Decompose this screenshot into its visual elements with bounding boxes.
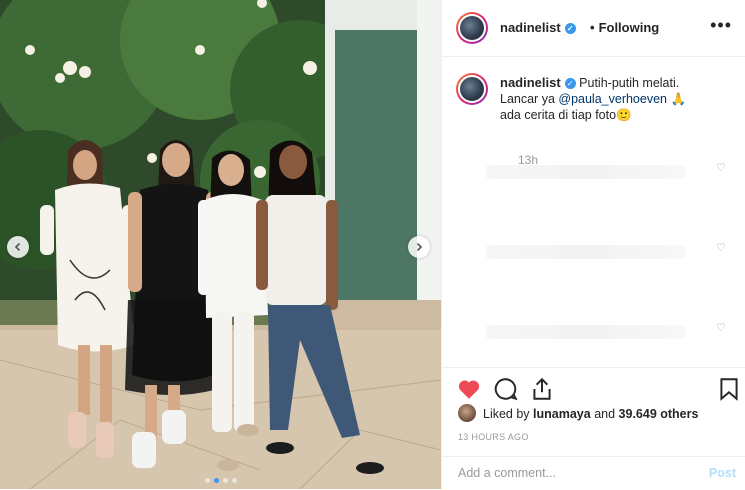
post-photo[interactable] bbox=[0, 0, 441, 489]
caption-username[interactable]: nadinelist bbox=[500, 75, 561, 90]
following-button[interactable]: Following bbox=[599, 20, 660, 35]
like-heart-icon[interactable] bbox=[456, 376, 482, 402]
chevron-left-icon bbox=[14, 242, 21, 252]
action-bar bbox=[442, 367, 745, 408]
carousel-dot bbox=[222, 478, 228, 483]
chevron-right-icon bbox=[416, 242, 423, 252]
post-timestamp[interactable]: 13 HOURS AGO bbox=[458, 432, 529, 442]
comment-like-heart-icon[interactable]: ♡ bbox=[716, 321, 726, 334]
caption-text: nadinelist ✓ Putih-putih melati. Lancar y… bbox=[500, 75, 730, 123]
carousel-prev-button[interactable] bbox=[7, 236, 29, 258]
more-options-icon[interactable]: ••• bbox=[710, 15, 732, 36]
caption-line-2: Lancar ya bbox=[500, 92, 555, 106]
comment-row bbox=[456, 235, 706, 269]
header-separator: • bbox=[590, 20, 595, 35]
carousel-dot bbox=[213, 478, 219, 483]
liker-username-link[interactable]: lunamaya bbox=[533, 407, 591, 421]
likes-text: Liked by lunamaya and 39.649 others bbox=[483, 407, 698, 421]
likes-count-link[interactable]: 39.649 others bbox=[619, 407, 699, 421]
comment-input[interactable] bbox=[456, 465, 690, 481]
pray-emoji-icon: 🙏 bbox=[670, 92, 687, 106]
liker-avatar[interactable] bbox=[458, 404, 476, 422]
follow-status[interactable]: • Following bbox=[590, 20, 659, 35]
carousel-next-button[interactable] bbox=[408, 236, 430, 258]
carousel-dot bbox=[231, 478, 237, 483]
verified-badge-icon: ✓ bbox=[564, 78, 576, 90]
group-photo-image bbox=[0, 0, 441, 489]
likes-connector: and bbox=[594, 407, 616, 421]
caption-avatar[interactable] bbox=[456, 73, 488, 105]
author-username-link[interactable]: nadinelist ✓ bbox=[500, 20, 576, 35]
caption-line-3: ada cerita di tiap foto bbox=[500, 108, 617, 122]
post-side-panel: nadinelist ✓ • Following ••• nadinelist ✓ P… bbox=[441, 0, 745, 489]
add-comment-bar: Post bbox=[442, 456, 745, 490]
comments-section: nadinelist ✓ Putih-putih melati. Lancar y… bbox=[442, 57, 745, 367]
share-icon[interactable] bbox=[529, 376, 555, 402]
instagram-post: nadinelist ✓ • Following ••• nadinelist ✓ P… bbox=[0, 0, 745, 489]
author-username: nadinelist bbox=[500, 20, 561, 35]
author-avatar[interactable] bbox=[456, 12, 488, 44]
carousel-dot bbox=[204, 478, 210, 483]
post-header: nadinelist ✓ • Following ••• bbox=[442, 0, 745, 57]
comment-bubble-icon[interactable] bbox=[493, 376, 519, 402]
comment-like-heart-icon[interactable]: ♡ bbox=[716, 241, 726, 254]
smile-emoji-icon: 🙂 bbox=[616, 108, 632, 122]
mention-link[interactable]: @paula_verhoeven bbox=[558, 92, 667, 106]
comment-row bbox=[456, 315, 706, 349]
comment-like-heart-icon[interactable]: ♡ bbox=[716, 161, 726, 174]
carousel-indicator bbox=[0, 478, 441, 483]
comment-row bbox=[456, 155, 706, 189]
caption-line-1: Putih-putih melati. bbox=[579, 76, 680, 90]
post-comment-button[interactable]: Post bbox=[709, 466, 736, 480]
bookmark-icon[interactable] bbox=[716, 376, 742, 402]
verified-badge-icon: ✓ bbox=[564, 23, 576, 35]
likes-prefix: Liked by bbox=[483, 407, 530, 421]
